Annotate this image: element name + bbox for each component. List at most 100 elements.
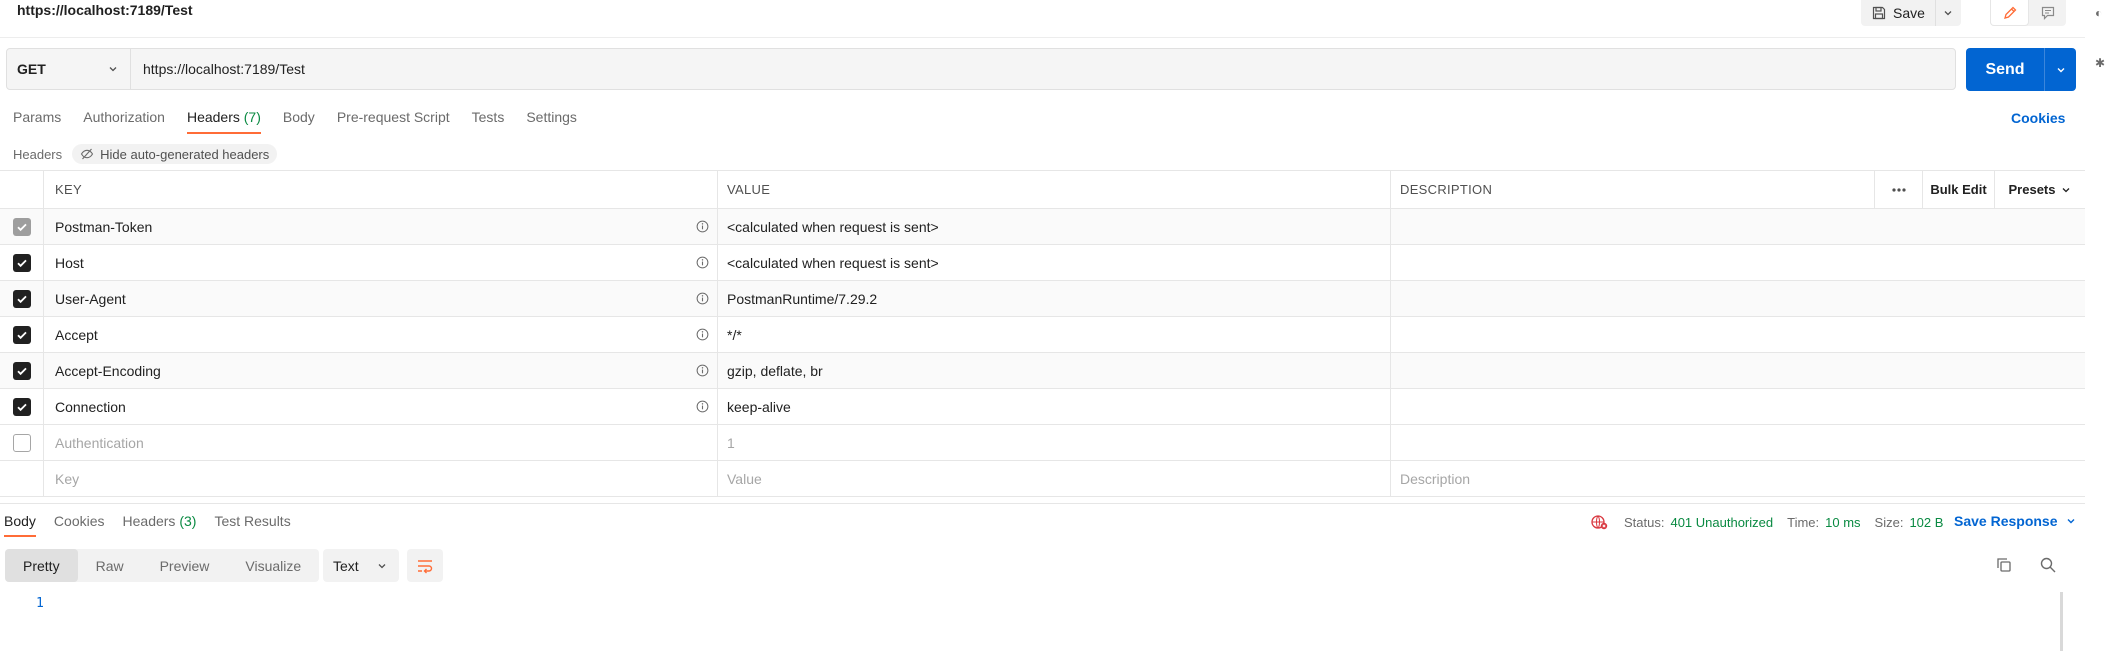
- url-input[interactable]: https://localhost:7189/Test: [131, 49, 1955, 89]
- info-icon[interactable]: [696, 256, 709, 269]
- tab-pre-request-script[interactable]: Pre-request Script: [331, 106, 456, 134]
- save-response-button[interactable]: Save Response: [1954, 513, 2076, 529]
- col-key: KEY: [44, 171, 718, 208]
- more-options-button[interactable]: [1875, 171, 1923, 208]
- response-tab-headers[interactable]: Headers (3): [117, 510, 203, 537]
- response-tab-cookies[interactable]: Cookies: [48, 510, 111, 537]
- row-check-cell: [0, 353, 44, 388]
- row-description[interactable]: [1391, 353, 2085, 388]
- row-value[interactable]: 1: [718, 425, 1391, 460]
- method-select[interactable]: GET: [7, 49, 131, 89]
- copy-icon[interactable]: [1995, 556, 2013, 574]
- table-row: Host <calculated when request is sent>: [0, 245, 2085, 281]
- row-description[interactable]: [1391, 317, 2085, 352]
- row-description[interactable]: [1391, 425, 2085, 460]
- cookies-link[interactable]: Cookies: [2011, 110, 2065, 126]
- row-checkbox[interactable]: [12, 397, 31, 416]
- table-row: Postman-Token <calculated when request i…: [0, 209, 2085, 245]
- row-value[interactable]: gzip, deflate, br: [718, 353, 1391, 388]
- tab-tests[interactable]: Tests: [466, 106, 511, 134]
- tab-headers[interactable]: Headers (7): [181, 106, 267, 134]
- comments-button[interactable]: [2029, 0, 2066, 26]
- row-checkbox[interactable]: [12, 325, 31, 344]
- response-divider[interactable]: [0, 503, 2085, 504]
- row-description[interactable]: [1391, 209, 2085, 244]
- hide-auto-headers-button[interactable]: Hide auto-generated headers: [72, 144, 278, 164]
- tab-authorization[interactable]: Authorization: [77, 106, 171, 134]
- row-key-cell[interactable]: Host: [44, 245, 718, 280]
- sidebar-edge-icon[interactable]: ◐: [2095, 6, 2102, 20]
- info-icon[interactable]: [696, 220, 709, 233]
- row-value[interactable]: <calculated when request is sent>: [718, 245, 1391, 280]
- sidebar-edge-icon-2[interactable]: ✱: [2095, 56, 2105, 70]
- info-icon[interactable]: [696, 364, 709, 377]
- row-check-cell: [0, 461, 44, 496]
- bulk-edit-button[interactable]: Bulk Edit: [1923, 171, 1995, 208]
- row-key-cell[interactable]: User-Agent: [44, 281, 718, 316]
- status-value[interactable]: 401 Unauthorized: [1670, 515, 1773, 530]
- chevron-down-icon: [109, 67, 117, 72]
- view-pretty[interactable]: Pretty: [5, 549, 78, 582]
- line-number: 1: [36, 596, 44, 611]
- response-tab-body[interactable]: Body: [0, 510, 42, 537]
- row-key[interactable]: Authentication: [44, 425, 718, 460]
- new-key-input[interactable]: Key: [44, 461, 718, 496]
- wrap-lines-button[interactable]: [407, 549, 443, 582]
- send-options-button[interactable]: [2044, 48, 2076, 91]
- save-options-button[interactable]: [1934, 0, 1961, 26]
- response-view-toggle: Pretty Raw Preview Visualize: [5, 549, 320, 582]
- info-icon[interactable]: [696, 400, 709, 413]
- row-checkbox[interactable]: [12, 253, 31, 272]
- response-tab-test-results[interactable]: Test Results: [208, 510, 296, 537]
- info-icon[interactable]: [696, 292, 709, 305]
- tab-params[interactable]: Params: [0, 106, 67, 134]
- row-checkbox[interactable]: [12, 289, 31, 308]
- wrap-lines-icon: [418, 559, 433, 573]
- row-value[interactable]: keep-alive: [718, 389, 1391, 424]
- new-header-row: Key Value Description: [0, 461, 2085, 497]
- view-preview[interactable]: Preview: [142, 549, 228, 582]
- presets-button[interactable]: Presets: [1995, 171, 2085, 208]
- row-description[interactable]: [1391, 245, 2085, 280]
- row-description[interactable]: [1391, 281, 2085, 316]
- row-value[interactable]: PostmanRuntime/7.29.2: [718, 281, 1391, 316]
- row-key-cell[interactable]: Connection: [44, 389, 718, 424]
- row-value[interactable]: <calculated when request is sent>: [718, 209, 1391, 244]
- edit-mode-button[interactable]: [1990, 0, 2029, 26]
- method-label: GET: [17, 61, 46, 77]
- row-checkbox[interactable]: [12, 217, 31, 236]
- send-button[interactable]: Send: [1966, 48, 2044, 91]
- header-check-col: [0, 171, 44, 208]
- search-icon[interactable]: [2039, 556, 2057, 574]
- save-button[interactable]: Save: [1861, 0, 1935, 26]
- save-icon: [1872, 6, 1886, 20]
- row-key-cell[interactable]: Accept: [44, 317, 718, 352]
- tab-settings[interactable]: Settings: [520, 106, 583, 134]
- new-value-input[interactable]: Value: [718, 461, 1391, 496]
- request-title[interactable]: https://localhost:7189/Test: [17, 2, 193, 18]
- pencil-icon: [2003, 6, 2016, 19]
- view-raw[interactable]: Raw: [78, 549, 142, 582]
- row-value[interactable]: */*: [718, 317, 1391, 352]
- save-group: Save: [1861, 0, 1961, 26]
- response-tab-headers-count: (3): [179, 513, 197, 529]
- row-key-cell[interactable]: Accept-Encoding: [44, 353, 718, 388]
- info-icon[interactable]: [696, 328, 709, 341]
- view-visualize[interactable]: Visualize: [227, 549, 319, 582]
- row-description[interactable]: [1391, 389, 2085, 424]
- size-value[interactable]: 102 B: [1909, 515, 1943, 530]
- row-checkbox[interactable]: [12, 361, 31, 380]
- save-response-label: Save Response: [1954, 513, 2058, 529]
- globe-error-icon[interactable]: [1590, 513, 1608, 531]
- row-checkbox[interactable]: [12, 433, 31, 452]
- editor-scrollbar[interactable]: [2060, 592, 2063, 651]
- time-value[interactable]: 10 ms: [1825, 515, 1860, 530]
- tab-body[interactable]: Body: [277, 106, 321, 134]
- format-select[interactable]: Text: [323, 549, 399, 582]
- row-key-cell[interactable]: Postman-Token: [44, 209, 718, 244]
- new-description-input[interactable]: Description: [1391, 461, 2085, 496]
- table-header-row: KEY VALUE DESCRIPTION Bulk Edit Presets: [0, 170, 2085, 209]
- row-key: Connection: [55, 398, 126, 415]
- status-label: Status:: [1624, 514, 1665, 530]
- headers-label: Headers: [13, 146, 63, 162]
